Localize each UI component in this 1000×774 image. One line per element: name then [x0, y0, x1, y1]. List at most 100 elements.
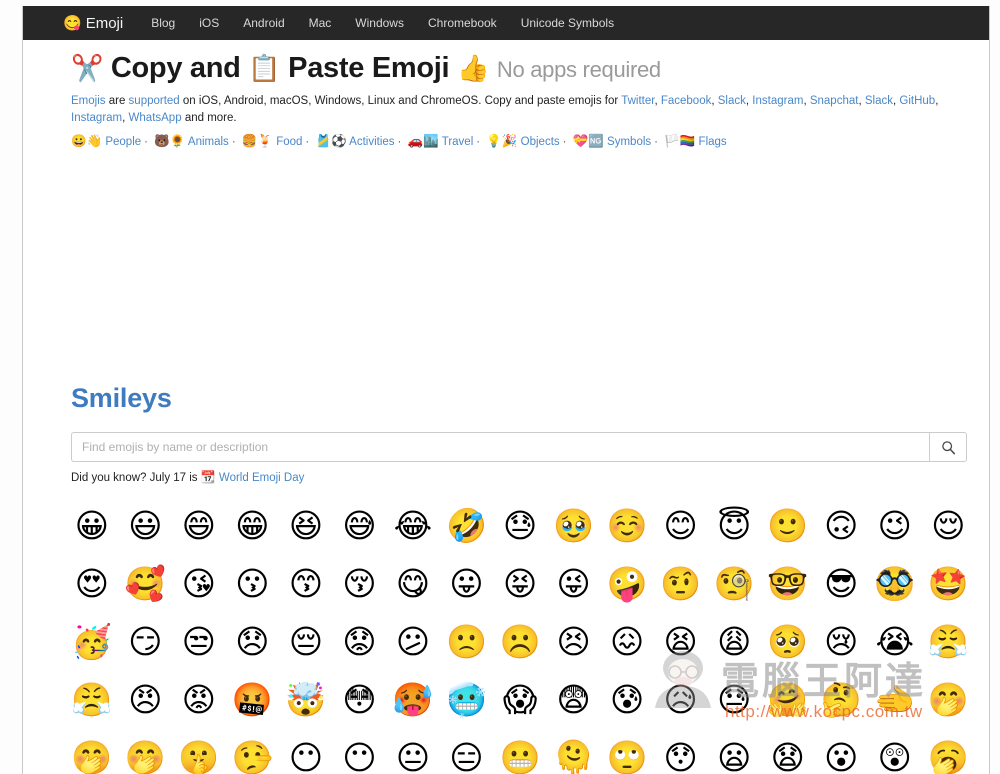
emoji-cell[interactable]: 🫲 [868, 672, 922, 726]
category-activities[interactable]: 🎽⚽ Activities [315, 134, 394, 148]
emoji-cell[interactable]: 🤬 [226, 672, 280, 726]
link-instagram[interactable]: Instagram [752, 95, 803, 107]
emoji-cell[interactable]: 🥵 [386, 672, 440, 726]
emoji-cell[interactable]: ☹️ [493, 614, 547, 668]
link-github[interactable]: GitHub [899, 95, 935, 107]
category-people[interactable]: 😀👋 People [71, 134, 141, 148]
category-symbols[interactable]: 💝🆖 Symbols [573, 134, 651, 148]
emoji-cell[interactable]: 😅 [333, 498, 387, 552]
search-button[interactable] [929, 432, 967, 463]
emoji-cell[interactable]: 😐 [386, 730, 440, 774]
emoji-cell[interactable]: 😡 [172, 672, 226, 726]
category-objects-label[interactable]: Objects [521, 136, 560, 148]
emoji-cell[interactable]: 😁 [226, 498, 280, 552]
emoji-cell[interactable]: 😏 [119, 614, 173, 668]
nav-link-ios[interactable]: iOS [199, 16, 219, 30]
emoji-cell[interactable]: 😥 [654, 672, 708, 726]
emoji-cell[interactable]: 🤥 [226, 730, 280, 774]
nav-link-android[interactable]: Android [243, 16, 284, 30]
emoji-cell[interactable]: 😓 [707, 672, 761, 726]
emoji-cell[interactable]: 😯 [654, 730, 708, 774]
emoji-cell[interactable]: 😞 [226, 614, 280, 668]
emoji-cell[interactable]: 😫 [654, 614, 708, 668]
emoji-cell[interactable]: 🥰 [119, 556, 173, 610]
emoji-cell[interactable]: 😊 [654, 498, 708, 552]
nav-link-unicode-symbols[interactable]: Unicode Symbols [521, 16, 614, 30]
emoji-cell[interactable]: 😕 [386, 614, 440, 668]
emoji-cell[interactable]: 😆 [279, 498, 333, 552]
link-instagram-2[interactable]: Instagram [71, 112, 122, 124]
emoji-cell[interactable]: 🤪 [600, 556, 654, 610]
emoji-cell[interactable]: 🤗 [761, 672, 815, 726]
link-whatsapp[interactable]: WhatsApp [129, 112, 182, 124]
link-supported[interactable]: supported [129, 95, 180, 107]
emoji-cell[interactable]: 😶 [279, 730, 333, 774]
category-people-label[interactable]: People [105, 136, 141, 148]
emoji-cell[interactable]: 🤭 [922, 672, 976, 726]
link-slack-2[interactable]: Slack [865, 95, 893, 107]
emoji-cell[interactable]: 🥶 [440, 672, 494, 726]
emoji-cell[interactable]: 🤔 [814, 672, 868, 726]
emoji-cell[interactable]: 😟 [333, 614, 387, 668]
emoji-cell[interactable]: 🤭 [65, 730, 119, 774]
emoji-cell[interactable]: 😑 [440, 730, 494, 774]
emoji-cell[interactable]: 😍 [65, 556, 119, 610]
emoji-cell[interactable]: 😇 [707, 498, 761, 552]
category-symbols-label[interactable]: Symbols [607, 136, 651, 148]
emoji-cell[interactable]: 😌 [922, 498, 976, 552]
emoji-cell[interactable]: 🥹 [547, 498, 601, 552]
emoji-cell[interactable]: 🥺 [761, 614, 815, 668]
emoji-cell[interactable]: 🥳 [65, 614, 119, 668]
emoji-cell[interactable]: 🤭 [119, 730, 173, 774]
emoji-cell[interactable]: 😱 [493, 672, 547, 726]
emoji-cell[interactable]: 😙 [279, 556, 333, 610]
emoji-cell[interactable]: 🤣 [440, 498, 494, 552]
emoji-cell[interactable]: 😲 [868, 730, 922, 774]
nav-link-windows[interactable]: Windows [355, 16, 404, 30]
link-world-emoji-day[interactable]: World Emoji Day [219, 472, 304, 484]
emoji-cell[interactable]: 🙄 [600, 730, 654, 774]
emoji-cell[interactable]: 🧐 [707, 556, 761, 610]
emoji-cell[interactable]: 😣 [547, 614, 601, 668]
emoji-cell[interactable]: 😝 [493, 556, 547, 610]
emoji-cell[interactable]: 🙂 [761, 498, 815, 552]
emoji-cell[interactable]: 😀 [65, 498, 119, 552]
nav-link-blog[interactable]: Blog [151, 16, 175, 30]
emoji-cell[interactable]: 😔 [279, 614, 333, 668]
category-food-label[interactable]: Food [276, 136, 302, 148]
emoji-cell[interactable]: 😤 [922, 614, 976, 668]
emoji-cell[interactable]: 😗 [226, 556, 280, 610]
category-animals[interactable]: 🐻🌻 Animals [154, 134, 229, 148]
emoji-cell[interactable]: 😬 [493, 730, 547, 774]
link-slack[interactable]: Slack [718, 95, 746, 107]
emoji-cell[interactable]: 😎 [814, 556, 868, 610]
emoji-cell[interactable]: 😛 [440, 556, 494, 610]
category-travel[interactable]: 🚗🏙️ Travel [408, 134, 474, 148]
category-objects[interactable]: 💡🎉 Objects [486, 134, 560, 148]
emoji-cell[interactable]: ☺️ [600, 498, 654, 552]
emoji-cell[interactable]: 🤯 [279, 672, 333, 726]
emoji-cell[interactable]: 😮 [814, 730, 868, 774]
emoji-cell[interactable]: 🥱 [922, 730, 976, 774]
emoji-cell[interactable]: 🤩 [922, 556, 976, 610]
emoji-cell[interactable]: 😠 [119, 672, 173, 726]
emoji-cell[interactable]: 😜 [547, 556, 601, 610]
nav-link-mac[interactable]: Mac [309, 16, 332, 30]
emoji-cell[interactable]: 😢 [814, 614, 868, 668]
category-travel-label[interactable]: Travel [442, 136, 474, 148]
emoji-cell[interactable]: 😉 [868, 498, 922, 552]
emoji-cell[interactable]: 😤 [65, 672, 119, 726]
emoji-cell[interactable]: 😳 [333, 672, 387, 726]
search-input[interactable] [71, 432, 929, 463]
link-twitter[interactable]: Twitter [621, 95, 654, 107]
category-animals-label[interactable]: Animals [188, 136, 229, 148]
emoji-cell[interactable]: 😚 [333, 556, 387, 610]
link-emojis[interactable]: Emojis [71, 95, 106, 107]
category-food[interactable]: 🍔🍹 Food [242, 134, 303, 148]
emoji-cell[interactable]: 😓 [493, 498, 547, 552]
emoji-cell[interactable]: 😩 [707, 614, 761, 668]
nav-brand-emoji-home[interactable]: 😋 Emoji [63, 15, 123, 32]
emoji-cell[interactable]: 😄 [172, 498, 226, 552]
category-flags[interactable]: 🏳️🏳️‍🌈 Flags [664, 134, 726, 148]
emoji-cell[interactable]: 😖 [600, 614, 654, 668]
